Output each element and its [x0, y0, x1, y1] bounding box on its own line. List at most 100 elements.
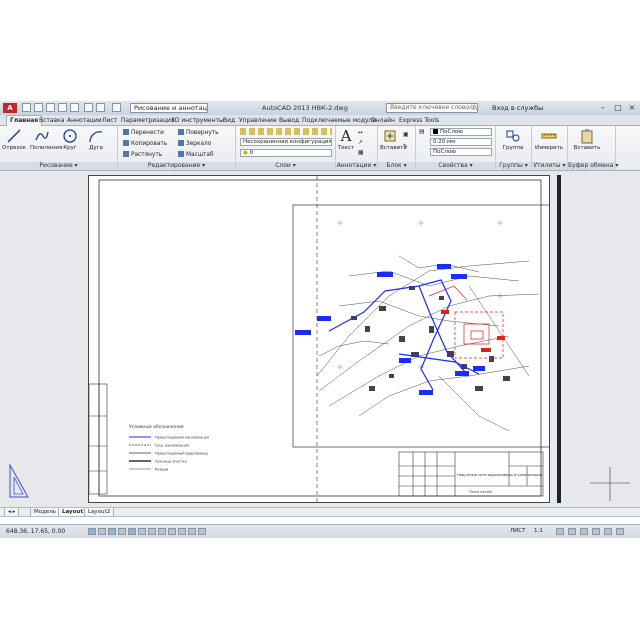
paste-button[interactable]: Вставить: [572, 128, 602, 151]
ducs-toggle[interactable]: [148, 528, 156, 535]
line-icon: [7, 129, 21, 143]
polyline-button[interactable]: Полилиния: [30, 128, 62, 151]
utilities-panel-title[interactable]: Утилиты ▾: [532, 162, 567, 170]
ortho-toggle[interactable]: [108, 528, 116, 535]
dyn-toggle[interactable]: [158, 528, 166, 535]
osnap-toggle[interactable]: [128, 528, 136, 535]
workspace-switch-icon[interactable]: [568, 528, 576, 535]
mirror-button[interactable]: Зеркало: [178, 140, 211, 147]
draw-panel-title[interactable]: Рисование ▾: [0, 162, 117, 170]
layers-panel-title[interactable]: Слои ▾: [236, 162, 335, 170]
lwt-toggle[interactable]: [168, 528, 176, 535]
drawing-area[interactable]: Условные обозначения Проектируемая канал…: [0, 171, 640, 507]
tab-3d-tools[interactable]: 3D инструменты: [168, 116, 227, 125]
insert-block-icon: [384, 130, 396, 142]
annotation-scale[interactable]: 1:1: [534, 528, 543, 534]
minimize-button[interactable]: –: [596, 103, 610, 113]
workspace-select[interactable]: Рисование и аннотации: [130, 103, 208, 113]
color-swatch-icon: [433, 129, 438, 134]
line-label: Отрезок: [2, 145, 27, 151]
circle-button[interactable]: Круг: [58, 128, 82, 151]
annotation-visibility-icon[interactable]: [556, 528, 564, 535]
sign-in-button[interactable]: Вход в службы: [492, 104, 543, 112]
circle-icon: [63, 129, 77, 143]
modify-panel: Перенести Повернуть Копировать Зеркало Р…: [118, 126, 236, 170]
save-as-icon[interactable]: [58, 103, 67, 112]
modify-panel-title[interactable]: Редактирование ▾: [118, 162, 235, 170]
properties-panel: ПоСлою 0.20 мм ПоСлою ▤ Свойства ▾: [416, 126, 496, 170]
groups-panel-title[interactable]: Группы ▾: [496, 162, 531, 170]
move-button[interactable]: Перенести: [123, 129, 164, 136]
edit-block-icon[interactable]: ✎: [403, 144, 408, 150]
move-icon: [123, 129, 129, 135]
polar-toggle[interactable]: [118, 528, 126, 535]
grid-toggle[interactable]: [98, 528, 106, 535]
hardware-acceleration-icon[interactable]: [592, 528, 600, 535]
dimension-icon[interactable]: ↔: [358, 130, 363, 136]
line-button[interactable]: Отрезок: [2, 128, 26, 151]
color-select[interactable]: ПоСлою: [430, 128, 492, 136]
leader-icon[interactable]: ↗: [358, 140, 363, 146]
vertical-scrollbar[interactable]: [557, 175, 561, 503]
clipboard-panel: Вставить Буфер обмена ▾: [568, 126, 618, 170]
workspace-icon[interactable]: [112, 103, 121, 112]
undo-icon[interactable]: [84, 103, 93, 112]
legend-item: Разрыв: [155, 468, 168, 472]
scale-button[interactable]: Масштаб: [178, 151, 214, 158]
copy-button[interactable]: Копировать: [123, 140, 167, 147]
snap-toggle[interactable]: [88, 528, 96, 535]
legend-item: Проектируемая канализация: [155, 436, 209, 440]
save-icon[interactable]: [46, 103, 55, 112]
block-panel-title[interactable]: Блок ▾: [378, 162, 415, 170]
drawing-canvas[interactable]: Условные обозначения Проектируемая канал…: [89, 176, 549, 502]
legend-item: Границы участка: [155, 460, 187, 464]
isolate-objects-icon[interactable]: [604, 528, 612, 535]
close-button[interactable]: ×: [625, 103, 639, 113]
layer-tools-icon[interactable]: [240, 128, 332, 135]
new-icon[interactable]: [22, 103, 31, 112]
properties-panel-title[interactable]: Свойства ▾: [416, 162, 495, 170]
create-block-icon[interactable]: ▣: [403, 132, 408, 138]
layer-select[interactable]: ● 0: [240, 149, 332, 157]
maximize-button[interactable]: □: [611, 103, 625, 113]
crosshair-cursor: [590, 467, 630, 501]
coordinates-readout: 648.36, 17.65, 0.00: [6, 528, 66, 535]
sc-toggle[interactable]: [198, 528, 206, 535]
linetype-select[interactable]: ПоСлою: [430, 148, 492, 156]
match-properties-icon[interactable]: ▤: [419, 129, 424, 135]
tpy-toggle[interactable]: [178, 528, 186, 535]
legend-item: Сущ. канализация: [155, 444, 189, 448]
qp-toggle[interactable]: [188, 528, 196, 535]
annotation-panel-title[interactable]: Аннотации ▾: [336, 162, 377, 170]
search-input[interactable]: Введите ключевое слово/фразу: [386, 103, 478, 113]
scale-icon: [178, 151, 184, 157]
layer-state-select[interactable]: Несохраненная конфигурация сло: [240, 138, 332, 146]
otrack-toggle[interactable]: [138, 528, 146, 535]
arc-button[interactable]: Дуга: [84, 128, 108, 151]
window-title: AutoCAD 2013 НВК-2.dwg: [262, 104, 348, 112]
copy-icon: [123, 140, 129, 146]
layers-panel: Несохраненная конфигурация сло ● 0 Слои …: [236, 126, 336, 170]
tab-manage[interactable]: Управление: [236, 116, 280, 125]
clean-screen-icon[interactable]: [616, 528, 624, 535]
lock-icon[interactable]: [580, 528, 588, 535]
table-icon[interactable]: ▦: [358, 150, 363, 156]
tab-insert[interactable]: Вставка: [36, 116, 67, 125]
tab-online[interactable]: Онлайн: [368, 116, 398, 125]
title-bar: A Рисование и аннотации AutoCAD 2013 НВК…: [0, 101, 640, 116]
group-button[interactable]: Группа: [498, 128, 528, 151]
redo-icon[interactable]: [96, 103, 105, 112]
tab-express-tools[interactable]: Express Tools: [396, 116, 442, 125]
text-button[interactable]: A Текст: [337, 128, 355, 151]
open-icon[interactable]: [34, 103, 43, 112]
rotate-button[interactable]: Повернуть: [178, 129, 219, 136]
paper-space-label[interactable]: ЛИСТ: [510, 528, 525, 534]
measure-button[interactable]: Измерить: [534, 128, 564, 151]
legend-title: Условные обозначения: [129, 424, 184, 430]
plot-icon[interactable]: [70, 103, 79, 112]
lineweight-select[interactable]: 0.20 мм: [430, 138, 492, 146]
stretch-button[interactable]: Растянуть: [123, 151, 162, 158]
application-menu-button[interactable]: A: [3, 103, 17, 113]
insert-block-button[interactable]: Вставить: [380, 128, 407, 151]
clipboard-panel-title[interactable]: Буфер обмена ▾: [568, 162, 618, 170]
